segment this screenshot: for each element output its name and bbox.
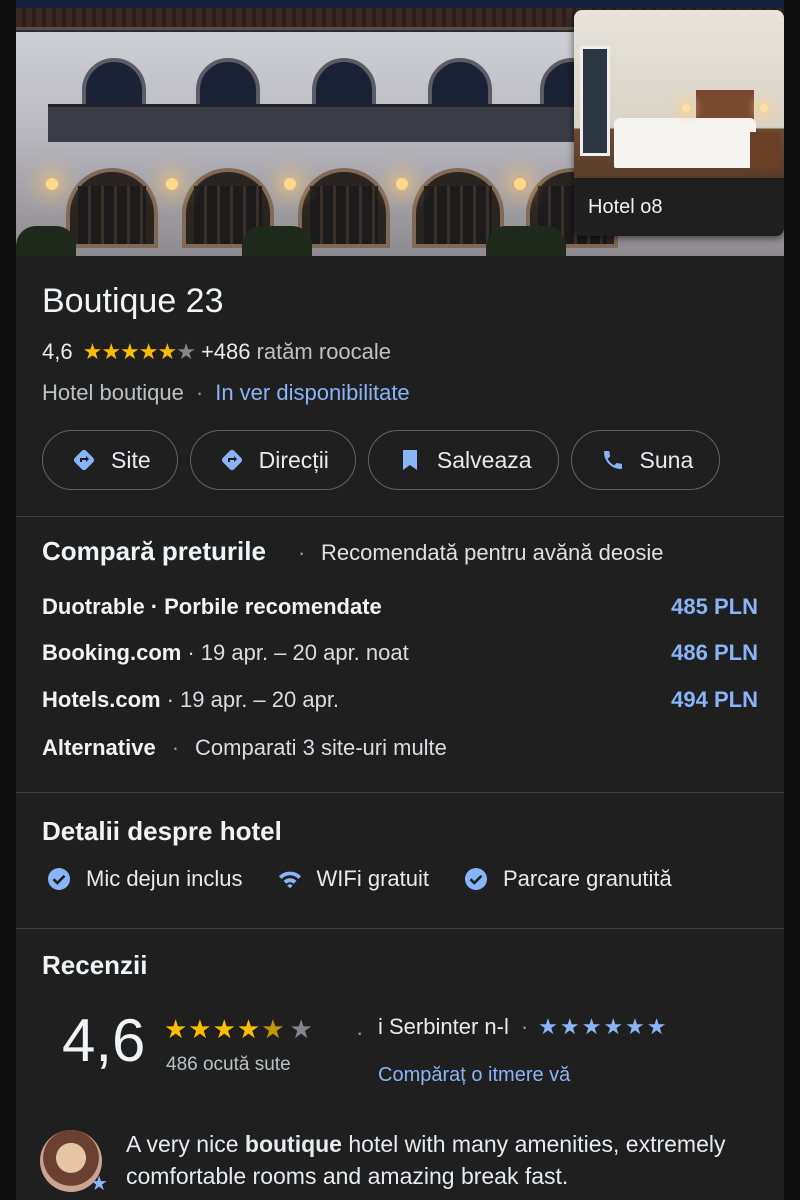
provider-price[interactable]: 494 PLN: [671, 687, 758, 713]
compare-prices-title: Compară preturile: [42, 536, 266, 566]
room-window: [580, 46, 610, 156]
wall-lamp: [46, 178, 58, 190]
call-button-label: Suna: [639, 446, 694, 473]
thumbnail-label: Hotel o8: [588, 196, 663, 218]
bed: [614, 118, 756, 168]
review-source-stars: ★★★★★★: [538, 1014, 669, 1039]
bookmark-icon: [397, 447, 423, 473]
save-button-label: Salveaza: [436, 446, 532, 473]
wall-lamp: [166, 178, 178, 190]
type-row: Hotel boutique · In ver disponibilitate: [42, 380, 410, 406]
save-button[interactable]: Salveaza: [367, 430, 559, 490]
nightstand: [750, 132, 780, 170]
balcony: [48, 104, 588, 142]
price-row[interactable]: Hotels.com · 19 apr. – 20 apr. 494 PLN: [42, 685, 758, 715]
provider-meta: · 19 apr. – 20 apr.: [166, 687, 340, 712]
amenities-list: Mic dejun inclus WIFi gratuit Parcare gr…: [46, 866, 706, 892]
action-buttons: Site Direcții Salveaza Suna: [42, 430, 721, 490]
hotel-card: Hotel o8 Boutique 23 4,6 ★★★★★★ +486 rat…: [16, 0, 784, 1200]
review-source-name: i Serbinter n-l: [378, 1014, 509, 1039]
alternative-label: Alternative: [42, 735, 156, 760]
provider-meta: · Porbile recomendate: [150, 594, 382, 619]
review-snippet: A very nice boutique hotel with many ame…: [126, 1128, 766, 1192]
star-empty-icon: ★: [289, 1014, 314, 1044]
divider: [16, 516, 784, 517]
reviews-stars: ★★★★★ ★: [164, 1014, 314, 1045]
amenity-label: WIFi gratuit: [316, 866, 429, 891]
shrub: [486, 226, 566, 256]
provider-name: Hotels.com: [42, 687, 161, 712]
amenity-label: Mic dejun inclus: [86, 866, 243, 891]
availability-link[interactable]: In ver disponibilitate: [215, 380, 409, 406]
review-count-label: ratăm roocale: [256, 339, 392, 364]
review-source[interactable]: i Serbinter n-l · ★★★★★★: [378, 1014, 669, 1040]
price-row[interactable]: Booking.com · 19 apr. – 20 apr. noat 486…: [42, 638, 758, 668]
rating-value: 4,6: [42, 339, 73, 364]
star-half-icon: ★: [261, 1014, 286, 1044]
directions-button[interactable]: Direcții: [189, 430, 356, 490]
check-circle-icon: [46, 866, 72, 892]
compare-prices-subtitle: Recomendată pentru avănă deosie: [321, 540, 664, 565]
rating-row[interactable]: 4,6 ★★★★★★ +486 ratăm roocale: [42, 338, 391, 366]
separator-dot: ·: [356, 1020, 364, 1045]
provider-price[interactable]: 485 PLN: [671, 594, 758, 620]
wall-lamp: [284, 178, 296, 190]
lamp-light: [760, 104, 768, 112]
hotel-photo[interactable]: Hotel o8: [16, 0, 784, 256]
check-circle-icon: [463, 866, 489, 892]
separator-dot: ·: [171, 735, 180, 760]
reviews-count[interactable]: 486 ocută sute: [166, 1054, 291, 1076]
shrub: [242, 226, 312, 256]
wall-lamp: [396, 178, 408, 190]
star-icon: ★★★★: [164, 1014, 262, 1044]
star-empty-icon: ★: [176, 339, 196, 364]
provider-price[interactable]: 486 PLN: [671, 640, 758, 666]
price-row[interactable]: Duotrable · Porbile recomendate 485 PLN: [42, 592, 758, 622]
alternative-row[interactable]: Alternative · Comparati 3 site-uri multe: [42, 733, 758, 763]
hotel-type: Hotel boutique: [42, 380, 184, 405]
compare-reviews-link[interactable]: Compăraț o itmere vă: [378, 1064, 570, 1087]
site-button-label: Site: [111, 446, 151, 473]
reviews-title: Recenzii: [42, 950, 148, 980]
divider: [16, 928, 784, 929]
room-photo: [574, 10, 784, 178]
provider-meta: · 19 apr. – 20 apr. noat: [187, 640, 409, 665]
hotel-details-title: Detalii despre hotel: [42, 816, 282, 846]
wall-lamp: [514, 178, 526, 190]
rating-stars: ★★★★★★: [82, 339, 196, 365]
separator-dot: ·: [520, 1014, 529, 1039]
avatar[interactable]: ★: [40, 1130, 108, 1195]
phone-icon: [600, 447, 626, 473]
amenity-item: WIFi gratuit: [277, 866, 429, 892]
alternative-meta: Comparati 3 site-uri multe: [195, 735, 447, 760]
separator-dot: ·: [195, 380, 204, 405]
provider-name: Booking.com: [42, 640, 182, 665]
directions-diamond-icon: [71, 447, 97, 473]
directions-icon: [219, 447, 245, 473]
amenity-item: Mic dejun inclus: [46, 866, 243, 892]
divider: [16, 792, 784, 793]
room-thumbnail[interactable]: Hotel o8: [574, 10, 784, 236]
provider-name: Duotrable: [42, 594, 145, 619]
review-text-start: A very nice: [126, 1131, 245, 1157]
wifi-icon: [277, 866, 303, 892]
reviews-score: 4,6: [62, 1007, 146, 1074]
call-button[interactable]: Suna: [570, 430, 721, 490]
site-button[interactable]: Site: [42, 430, 178, 490]
shrub: [16, 226, 76, 256]
review-count: +486: [200, 339, 251, 364]
star-icon: ★★★★★: [82, 339, 178, 364]
badge-star-icon: ★: [90, 1173, 108, 1195]
separator-dot: ·: [298, 540, 306, 565]
review-text-highlight: boutique: [244, 1131, 342, 1157]
hotel-title: Boutique 23: [42, 282, 224, 320]
lamp-light: [682, 104, 690, 112]
directions-button-label: Direcții: [258, 446, 329, 473]
amenity-label: Parcare granutită: [502, 866, 672, 891]
amenity-item: Parcare granutită: [463, 866, 672, 892]
